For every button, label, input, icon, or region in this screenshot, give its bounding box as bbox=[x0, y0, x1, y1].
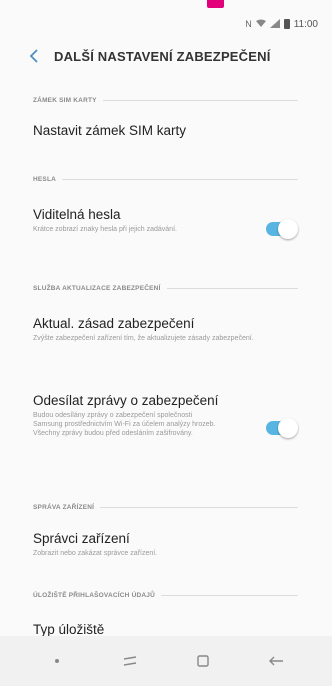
nfc-icon: N bbox=[245, 19, 252, 29]
section-header-sim-lock: ZÁMEK SIM KARTY bbox=[33, 97, 298, 104]
page-title: DALŠÍ NASTAVENÍ ZABEZPEČENÍ bbox=[54, 48, 271, 64]
section-label: HESLA bbox=[33, 176, 57, 183]
status-time: 11:00 bbox=[293, 18, 318, 30]
sim-lock-item[interactable]: Nastavit zámek SIM karty bbox=[33, 123, 298, 138]
toggle-knob bbox=[278, 219, 298, 239]
divider bbox=[166, 288, 298, 289]
section-header-passwords: HESLA bbox=[33, 176, 298, 183]
item-title: Odesílat zprávy o zabezpečení bbox=[33, 393, 219, 408]
divider bbox=[102, 100, 298, 101]
item-title: Typ úložiště bbox=[33, 622, 105, 637]
security-policy-item[interactable]: Aktual. zásad zabezpečení Zvýšte zabezpe… bbox=[33, 316, 298, 343]
item-subtitle: Zobrazit nebo zakázat správce zařízení. bbox=[33, 550, 158, 557]
back-button[interactable] bbox=[22, 44, 46, 68]
item-title: Nastavit zámek SIM karty bbox=[33, 123, 187, 138]
status-bar: N 11:00 bbox=[245, 14, 318, 34]
section-header-device-admin: SPRÁVA ZAŘÍZENÍ bbox=[33, 504, 298, 511]
recent-apps-icon[interactable] bbox=[110, 641, 150, 681]
item-title: Viditelná hesla bbox=[33, 207, 121, 222]
visible-passwords-item[interactable]: Viditelná hesla Krátce zobrazí znaky hes… bbox=[33, 207, 298, 239]
divider bbox=[160, 595, 298, 596]
item-subtitle: Krátce zobrazí znaky hesla při jejich za… bbox=[33, 226, 177, 233]
section-header-credential-storage: ÚLOŽIŠTĚ PŘIHLAŠOVACÍCH ÚDAJŮ bbox=[33, 592, 298, 599]
wifi-icon bbox=[255, 19, 266, 30]
section-label: SPRÁVA ZAŘÍZENÍ bbox=[33, 504, 95, 511]
item-subtitle: Zvýšte zabezpečení zařízení tím, že aktu… bbox=[33, 335, 254, 342]
security-reports-item[interactable]: Odesílat zprávy o zabezpečení Budou odes… bbox=[33, 393, 298, 438]
toggle-knob bbox=[278, 418, 298, 438]
settings-screen: N 11:00 DALŠÍ NASTAVENÍ ZABEZPEČENÍ ZÁME… bbox=[0, 0, 332, 686]
divider bbox=[62, 179, 298, 180]
section-label: SLUŽBA AKTUALIZACE ZABEZPEČENÍ bbox=[33, 285, 161, 292]
divider bbox=[100, 507, 298, 508]
back-arrow-icon[interactable] bbox=[256, 641, 296, 681]
chevron-left-icon bbox=[29, 49, 38, 63]
navigation-bar bbox=[0, 636, 332, 686]
item-title: Aktual. zásad zabezpečení bbox=[33, 316, 195, 331]
brand-tab bbox=[207, 0, 224, 8]
storage-type-item[interactable]: Typ úložiště bbox=[33, 622, 298, 637]
item-subtitle: Budou odesílány zprávy o zabezpečení spo… bbox=[33, 412, 216, 437]
battery-icon bbox=[283, 19, 290, 29]
app-header: DALŠÍ NASTAVENÍ ZABEZPEČENÍ bbox=[22, 42, 322, 70]
section-label: ÚLOŽIŠTĚ PŘIHLAŠOVACÍCH ÚDAJŮ bbox=[33, 592, 155, 599]
home-icon[interactable] bbox=[183, 641, 223, 681]
visible-passwords-toggle[interactable] bbox=[266, 219, 298, 239]
item-title: Správci zařízení bbox=[33, 531, 130, 546]
signal-icon bbox=[269, 18, 280, 30]
section-label: ZÁMEK SIM KARTY bbox=[33, 97, 97, 104]
section-header-security-updates: SLUŽBA AKTUALIZACE ZABEZPEČENÍ bbox=[33, 285, 298, 292]
dot-icon[interactable] bbox=[37, 641, 77, 681]
security-reports-toggle[interactable] bbox=[266, 418, 298, 438]
device-admins-item[interactable]: Správci zařízení Zobrazit nebo zakázat s… bbox=[33, 531, 298, 558]
